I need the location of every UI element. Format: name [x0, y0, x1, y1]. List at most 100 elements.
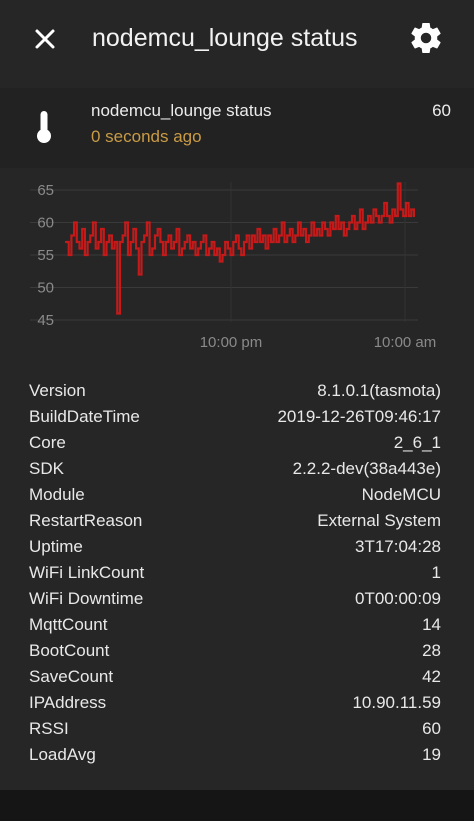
attribute-key: SDK — [29, 459, 64, 478]
data-point — [226, 247, 229, 250]
thermometer-icon — [37, 111, 51, 143]
settings-gear-icon[interactable] — [408, 20, 444, 56]
attribute-row: SaveCount 42 — [29, 664, 441, 690]
attribute-key: Core — [29, 433, 66, 452]
y-tick-label: 45 — [37, 312, 54, 329]
data-point — [140, 241, 143, 243]
data-point — [367, 215, 370, 217]
data-point — [113, 241, 116, 243]
data-point — [221, 254, 224, 256]
attribute-key: IPAddress — [29, 693, 107, 712]
data-point — [302, 228, 305, 230]
attribute-key: Module — [29, 485, 85, 504]
data-point — [391, 208, 394, 211]
data-point — [172, 241, 175, 243]
attribute-key: LoadAvg — [29, 745, 96, 764]
data-point — [167, 234, 170, 237]
attribute-key: RestartReason — [29, 511, 143, 530]
data-point — [383, 202, 386, 204]
attribute-value: 60 — [422, 719, 441, 738]
attribute-row: Module NodeMCU — [29, 482, 441, 508]
data-point — [159, 241, 162, 243]
data-point — [224, 241, 227, 243]
data-point — [413, 215, 415, 217]
entity-row[interactable] — [0, 88, 474, 168]
data-point — [218, 260, 221, 263]
history-chart[interactable]: 65 60 55 50 45 10:00 pm 10:00 am — [0, 170, 474, 360]
data-point — [97, 241, 100, 243]
data-point — [92, 221, 94, 224]
data-point — [232, 241, 235, 243]
dialog-title: nodemcu_lounge status — [92, 24, 358, 52]
dialog-header: nodemcu_lounge status — [0, 0, 474, 78]
attribute-key: Uptime — [29, 537, 83, 556]
data-point — [240, 254, 243, 256]
data-point — [137, 273, 140, 276]
data-point — [353, 228, 356, 230]
data-point — [351, 215, 353, 217]
data-point — [183, 241, 186, 243]
data-point — [348, 221, 351, 224]
data-point — [73, 221, 76, 224]
attribute-row: MqttCount 14 — [29, 612, 441, 638]
attribute-key: BuildDateTime — [29, 407, 140, 426]
data-point — [313, 234, 316, 237]
attribute-key: Version — [29, 381, 86, 400]
close-icon[interactable] — [30, 24, 60, 54]
data-point — [324, 228, 326, 230]
data-point — [105, 241, 108, 243]
data-point — [154, 234, 156, 237]
data-point — [386, 215, 388, 217]
data-point — [86, 241, 89, 243]
data-point — [143, 234, 146, 237]
data-point — [256, 228, 259, 230]
attribute-key: WiFi LinkCount — [29, 563, 145, 582]
y-tick-label: 50 — [37, 280, 54, 297]
data-point — [399, 208, 402, 211]
data-point — [151, 247, 154, 250]
attribute-row: WiFi Downtime 0T00:00:09 — [29, 586, 441, 612]
data-point — [145, 221, 148, 224]
attribute-row: BuildDateTime 2019-12-26T09:46:17 — [29, 404, 441, 430]
data-point — [102, 254, 105, 256]
data-point — [162, 254, 165, 256]
data-point — [253, 241, 256, 243]
data-point — [305, 241, 308, 243]
data-point — [369, 221, 372, 224]
attribute-row: WiFi LinkCount 1 — [29, 560, 441, 586]
data-point — [235, 234, 237, 237]
attribute-value: 1 — [431, 563, 441, 582]
y-tick-label: 55 — [37, 247, 54, 264]
data-point — [248, 247, 251, 250]
data-point — [297, 221, 299, 224]
data-point — [208, 247, 210, 250]
data-point — [315, 228, 318, 230]
history-chart-svg: 65 60 55 50 45 10:00 pm 10:00 am — [30, 182, 436, 351]
data-point — [94, 247, 97, 250]
attribute-value: 8.1.0.1(tasmota) — [317, 381, 441, 400]
data-point — [361, 228, 364, 230]
data-point — [124, 221, 127, 224]
data-point — [342, 234, 345, 237]
data-point — [291, 241, 294, 243]
attribute-value: 10.90.11.59 — [352, 693, 441, 712]
data-point — [410, 208, 413, 211]
data-point — [337, 228, 340, 230]
data-point — [270, 241, 272, 243]
data-point — [372, 208, 375, 211]
data-point — [119, 241, 121, 243]
data-point — [275, 241, 278, 243]
data-point — [213, 254, 216, 256]
data-point — [261, 234, 264, 237]
data-point — [135, 247, 138, 250]
entity-name: nodemcu_lounge status — [91, 101, 272, 120]
data-point — [108, 234, 111, 237]
attribute-value: 14 — [422, 615, 441, 634]
data-point — [329, 221, 332, 224]
data-point — [67, 254, 70, 256]
attribute-row: Core 2_6_1 — [29, 430, 441, 456]
data-point — [83, 254, 86, 256]
attribute-row: IPAddress 10.90.11.59 — [29, 690, 441, 716]
data-point — [110, 247, 113, 250]
data-point — [116, 312, 119, 315]
